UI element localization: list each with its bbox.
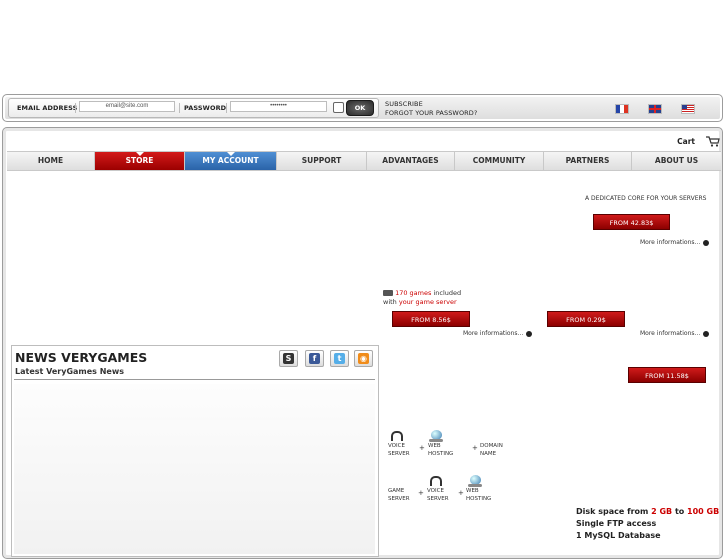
hosting-price-label: FROM 11.58$ [645, 372, 689, 380]
disk-to-word: to [672, 507, 688, 516]
nav-home[interactable]: HOME [7, 152, 95, 170]
password-label: PASSWORD [184, 104, 227, 112]
games-server-label: your game server [398, 298, 457, 306]
web-hosting-label: WEB HOSTING [428, 443, 454, 457]
plus-sign: + [458, 489, 464, 497]
caret-down-icon [226, 152, 235, 156]
ok-button[interactable]: OK [346, 100, 374, 116]
nav-community[interactable]: COMMUNITY [455, 152, 544, 170]
voice-server-price-button[interactable]: FROM 0.29$ [547, 311, 625, 327]
news-content [14, 384, 375, 554]
plus-sign: + [472, 444, 478, 452]
mysql-text: 1 MySQL Database [576, 531, 661, 540]
main-nav: HOME STORE MY ACCOUNT SUPPORT ADVANTAGES… [7, 151, 721, 171]
disk-space-text: Disk space from 2 GB to 100 GB [576, 507, 719, 516]
nav-store-label: STORE [125, 156, 154, 165]
more-info-link[interactable]: More informations... [640, 239, 710, 246]
headset-icon [391, 431, 403, 441]
games-included-label: included [431, 289, 462, 297]
voice-server-price-label: FROM 0.29$ [566, 316, 606, 324]
arrow-circle-icon [703, 239, 710, 246]
game-server-price-label: FROM 8.56$ [411, 316, 451, 324]
hosting-price-button[interactable]: FROM 11.58$ [628, 367, 706, 383]
nav-about-us[interactable]: ABOUT US [632, 152, 721, 170]
email-input[interactable] [79, 101, 175, 112]
steam-icon[interactable]: S [279, 350, 298, 367]
voice-server-label: VOICE SERVER [427, 488, 449, 502]
flag-france-icon[interactable] [615, 104, 629, 114]
news-panel: NEWS VERYGAMES Latest VeryGames News S f… [11, 345, 379, 557]
remember-checkbox[interactable] [333, 102, 344, 113]
disk-to: 100 GB [687, 507, 720, 516]
separator [179, 103, 180, 113]
nav-my-account-label: MY ACCOUNT [202, 156, 259, 165]
rss-icon[interactable]: ◉ [354, 350, 373, 367]
dedicated-core-text: A DEDICATED CORE FOR YOUR SERVERS [585, 195, 707, 202]
plus-sign: + [418, 489, 424, 497]
cart-icon[interactable] [706, 136, 720, 147]
subscribe-link[interactable]: SUBSCRIBE [385, 100, 423, 108]
caret-down-icon [135, 152, 144, 156]
more-info-label: More informations... [640, 330, 701, 337]
plus-sign: + [419, 444, 425, 452]
flag-us-icon[interactable] [681, 104, 695, 114]
web-hosting-label: WEB HOSTING [466, 488, 492, 502]
facebook-icon[interactable]: f [305, 350, 324, 367]
twitter-icon[interactable]: t [330, 350, 349, 367]
disk-prefix: Disk space from [576, 507, 652, 516]
nav-store[interactable]: STORE [95, 152, 185, 170]
nav-support[interactable]: SUPPORT [277, 152, 367, 170]
games-count: 170 games [395, 289, 432, 297]
more-info-label: More informations... [640, 239, 701, 246]
headset-icon [430, 476, 442, 486]
voice-server-label: VOICE SERVER [388, 443, 410, 457]
nav-partners[interactable]: PARTNERS [544, 152, 632, 170]
more-info-label: More informations... [463, 330, 524, 337]
ftp-access-text: Single FTP access [576, 519, 657, 528]
game-server-price-button[interactable]: FROM 8.56$ [392, 311, 470, 327]
games-with-label: with [383, 298, 399, 306]
domain-name-label: DOMAIN NAME [480, 443, 503, 457]
news-title: NEWS VERYGAMES [15, 350, 148, 365]
disk-from: 2 GB [651, 507, 673, 516]
games-with-text: with your game server [383, 298, 457, 306]
email-label: EMAIL ADDRESS [17, 104, 78, 112]
password-input[interactable] [230, 101, 327, 112]
login-bar: EMAIL ADDRESS PASSWORD OK SUBSCRIBE FORG… [2, 94, 723, 122]
more-info-link[interactable]: More informations... [463, 330, 533, 337]
cart-link[interactable]: Cart [677, 137, 695, 146]
login-form: EMAIL ADDRESS PASSWORD OK [8, 98, 379, 118]
dedicated-price-button[interactable]: FROM 42.83$ [593, 214, 670, 230]
nav-my-account[interactable]: MY ACCOUNT [185, 152, 277, 170]
separator [75, 103, 76, 113]
gamepad-icon [383, 290, 393, 296]
forgot-password-link[interactable]: FORGOT YOUR PASSWORD? [385, 109, 477, 117]
nav-advantages[interactable]: ADVANTAGES [367, 152, 455, 170]
divider [14, 379, 375, 380]
arrow-circle-icon [526, 330, 533, 337]
news-subtitle: Latest VeryGames News [15, 367, 125, 376]
games-included-text: 170 games included [383, 289, 461, 297]
separator [226, 103, 227, 113]
flag-uk-icon[interactable] [648, 104, 662, 114]
arrow-circle-icon [703, 330, 710, 337]
game-server-label: GAME SERVER [388, 488, 410, 502]
more-info-link[interactable]: More informations... [640, 330, 710, 337]
dedicated-price-label: FROM 42.83$ [609, 219, 654, 227]
